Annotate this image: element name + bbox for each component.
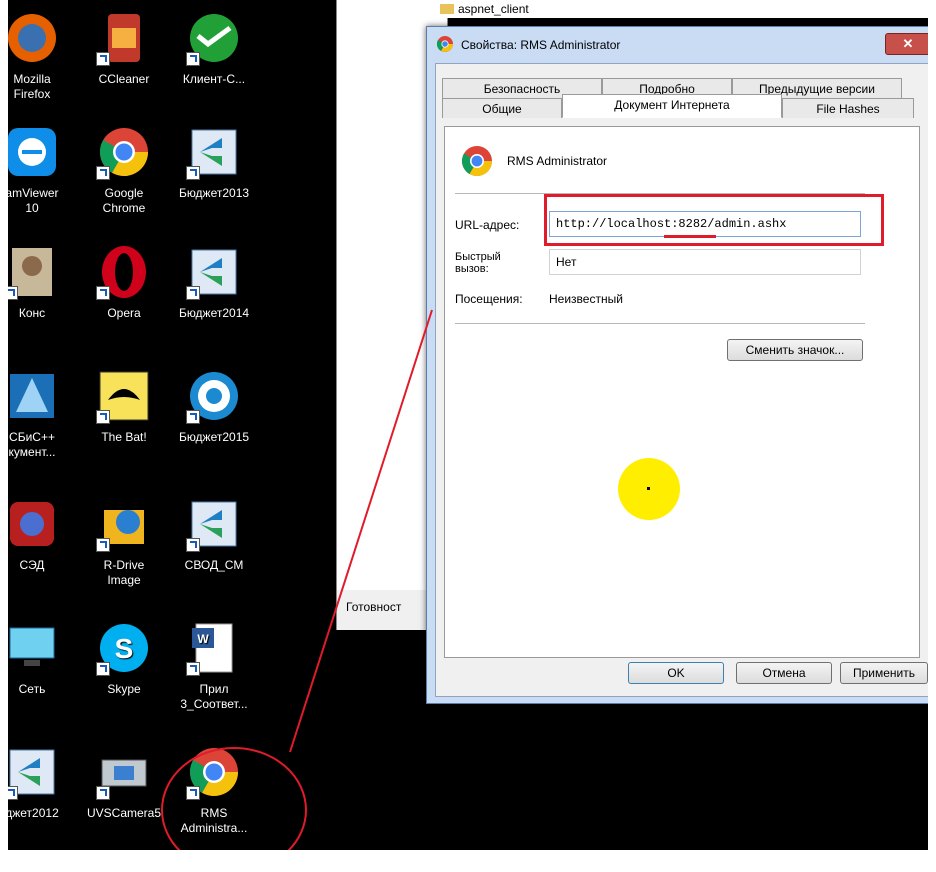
annotation-connector-line	[289, 309, 433, 753]
left-margin	[0, 0, 8, 872]
right-margin	[928, 0, 936, 872]
bottom-margin	[0, 850, 936, 872]
annotation-circle	[161, 747, 307, 850]
annotation-overlay	[161, 309, 433, 850]
desktop: Mozilla Firefox CCleaner Клиент-С... amView…	[0, 0, 936, 850]
tab-internet-document[interactable]: Документ Интернета	[562, 94, 782, 118]
